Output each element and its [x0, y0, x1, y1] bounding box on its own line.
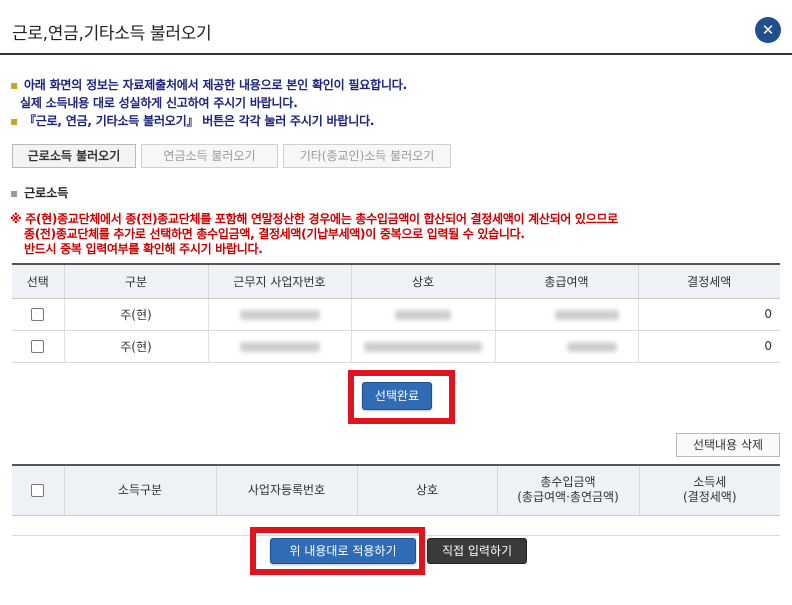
redacted-value [364, 341, 482, 352]
row-tax: 0 [638, 330, 780, 363]
highlight-box [348, 370, 455, 424]
col-company: 상호 [351, 264, 496, 299]
col-total-income: 총수입금액 (총급여액·총연금액) [497, 465, 640, 516]
redacted-value [239, 309, 320, 320]
load-other-income-button[interactable]: 기타(종교인)소득 불러오기 [283, 144, 451, 168]
col-company: 상호 [357, 465, 498, 516]
redacted-value [395, 309, 451, 320]
redacted-value [554, 309, 619, 320]
row-type: 주(현) [64, 330, 209, 363]
selected-income-table: 소득구분 사업자등록번호 상호 총수입금액 (총급여액·총연금액) 소득세 (결정세… [12, 464, 780, 536]
table-header-row: 선택 구분 근무지 사업자번호 상호 총급여액 결정세액 [12, 264, 780, 299]
notice-line-3: ▪ 『근로, 연금, 기타소득 불러오기』 버튼은 각각 눌러 주시기 바랍니다. [10, 114, 375, 128]
income-table: 선택 구분 근무지 사업자번호 상호 총급여액 결정세액 주(현) 0 주(현)… [12, 263, 780, 363]
row-checkbox[interactable] [31, 340, 45, 353]
load-earned-income-button[interactable]: 근로소득 불러오기 [12, 144, 136, 168]
row-type: 주(현) [64, 298, 209, 331]
highlight-box [250, 527, 425, 575]
row-tax: 0 [638, 298, 780, 331]
col-type: 구분 [64, 264, 209, 299]
table-header-row: 소득구분 사업자등록번호 상호 총수입금액 (총급여액·총연금액) 소득세 (결정세… [12, 465, 780, 516]
col-determined-tax: 결정세액 [638, 264, 780, 299]
dialog-title: 근로,연금,기타소득 불러오기 [12, 24, 212, 44]
col-business-reg-number: 사업자등록번호 [216, 465, 358, 516]
close-icon[interactable]: ✕ [755, 17, 781, 43]
notice-line-1: ▪ 아래 화면의 정보는 자료제출처에서 제공한 내용으로 본인 확인이 필요합니… [10, 78, 408, 92]
section-title: ▪ 근로소득 [10, 186, 69, 200]
col-income-type: 소득구분 [64, 465, 217, 516]
load-pension-income-button[interactable]: 연금소득 불러오기 [141, 144, 278, 168]
select-all-checkbox[interactable] [31, 483, 45, 497]
table-row: 주(현) 0 [12, 298, 780, 331]
delete-selection-button[interactable]: 선택내용 삭제 [676, 433, 780, 457]
dialog-header: 근로,연금,기타소득 불러오기 ✕ [0, 0, 792, 55]
manual-input-button[interactable]: 직접 입력하기 [427, 538, 527, 564]
row-checkbox[interactable] [31, 308, 45, 321]
notice-line-2: 실제 소득내용 대로 성실하게 신고하여 주시기 바랍니다. [20, 96, 298, 110]
table-row: 주(현) 0 [12, 330, 780, 363]
redacted-value [239, 341, 320, 352]
warning-line-3: 반드시 중복 입력여부를 확인해 주시기 바랍니다. [24, 242, 263, 256]
col-total-salary: 총급여액 [495, 264, 639, 299]
col-income-tax: 소득세 (결정세액) [639, 465, 780, 516]
redacted-value [566, 341, 617, 352]
col-business-number: 근무지 사업자번호 [208, 264, 352, 299]
col-select: 선택 [12, 264, 65, 299]
